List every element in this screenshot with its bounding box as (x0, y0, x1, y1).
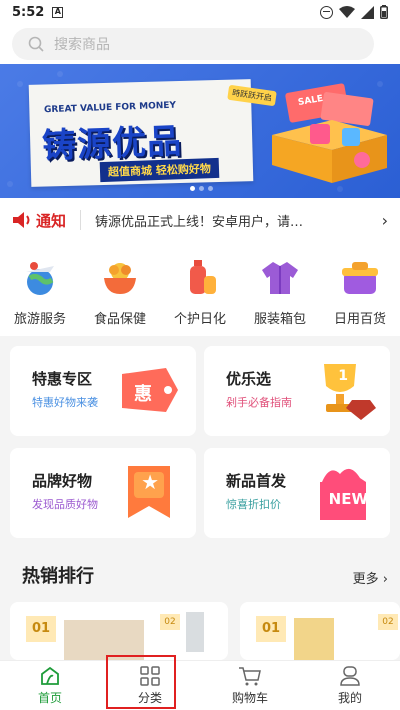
notification-a-icon: A (52, 6, 64, 18)
status-bar: 5:52 A (0, 0, 400, 24)
search-bar[interactable]: 搜索商品 (12, 28, 374, 60)
product-image (294, 618, 334, 660)
speaker-icon (13, 212, 30, 228)
more-link[interactable]: 更多 › (353, 568, 388, 587)
clothing-icon (262, 262, 298, 294)
category-food[interactable]: 食品保健 (80, 242, 160, 336)
notice-label: 通知 (36, 211, 67, 230)
category-clothing[interactable]: 服装箱包 (240, 242, 320, 336)
tab-label: 购物车 (231, 690, 268, 705)
promo-title: 新品首发 (226, 472, 287, 490)
home-icon (41, 666, 59, 685)
category-label: 个护日化 (173, 312, 226, 327)
promo-banner[interactable]: GREAT VALUE FOR MONEY 铸源优品 超值商城 轻松购好物 時跃… (0, 64, 400, 198)
notice-divider (80, 210, 82, 230)
rank-number: 02 (378, 614, 398, 630)
wifi-icon (339, 5, 355, 18)
tab-profile[interactable]: 我的 (300, 661, 400, 710)
rank-number: 01 (26, 616, 56, 642)
battery-icon (380, 5, 388, 19)
chevron-right-icon: › (381, 210, 388, 230)
product-image (186, 612, 204, 652)
user-icon (340, 665, 360, 686)
promo-subtitle: 惊喜折扣价 (226, 498, 281, 511)
promo-title: 特惠专区 (32, 370, 93, 388)
search-placeholder: 搜索商品 (54, 37, 110, 53)
category-label: 日用百货 (333, 312, 386, 327)
category-label: 旅游服务 (13, 312, 66, 327)
hot-section-title: 热销排行 (22, 566, 94, 587)
promo-badge: 惠 (134, 384, 152, 405)
pagination-dot (190, 186, 195, 191)
tab-label: 首页 (37, 690, 62, 705)
cart-icon (239, 666, 261, 685)
more-label: 更多 (352, 572, 379, 587)
promo-badge: ★ (141, 470, 159, 494)
category-daily-goods[interactable]: 日用百货 (320, 242, 400, 336)
daily-goods-icon (342, 262, 378, 294)
promo-badge: NEW (328, 490, 368, 508)
food-icon (104, 263, 136, 294)
banner-subtitle: 超值商城 轻松购好物 (99, 157, 220, 183)
promo-card-brand-goods[interactable]: 品牌好物 发现品质好物 ★ (10, 448, 196, 538)
header: 搜索商品 (0, 24, 400, 64)
status-time: 5:52 (12, 4, 45, 20)
bottom-tab-bar: 首页 分类 购物车 我的 (0, 660, 400, 710)
promo-card-youlexuan[interactable]: 优乐选 剁手必备指南 1 (204, 346, 390, 436)
category-personal-care[interactable]: 个护日化 (160, 242, 240, 336)
notice-text: 铸源优品正式上线！安卓用户，请… (95, 214, 304, 230)
category-label: 服装箱包 (253, 312, 306, 327)
category-travel[interactable]: 旅游服务 (0, 242, 80, 336)
promo-card-special-offer[interactable]: 特惠专区 特惠好物来袭 惠 (10, 346, 196, 436)
do-not-disturb-icon (320, 5, 333, 19)
tab-cart[interactable]: 购物车 (200, 661, 300, 710)
tab-label: 我的 (337, 690, 362, 705)
rank-number: 01 (256, 616, 286, 642)
status-icons (320, 5, 388, 19)
promo-title: 优乐选 (226, 370, 272, 388)
highlight-box (106, 655, 176, 709)
notice-bar[interactable]: 通知 铸源优品正式上线！安卓用户，请… › (0, 198, 400, 242)
rank-card[interactable]: 01 02 (10, 602, 228, 660)
promo-card-new-arrivals[interactable]: 新品首发 惊喜折扣价 NEW (204, 448, 390, 538)
promo-subtitle: 发现品质好物 (32, 498, 98, 511)
promo-badge: 1 (338, 368, 348, 384)
banner-pagination (190, 186, 213, 191)
travel-icon (26, 262, 54, 295)
search-icon (28, 36, 44, 52)
promo-subtitle: 剁手必备指南 (226, 396, 292, 409)
signal-icon (361, 5, 374, 19)
pagination-dot (199, 186, 204, 191)
product-image (64, 620, 144, 660)
promo-subtitle: 特惠好物来袭 (32, 396, 98, 409)
tab-home[interactable]: 首页 (0, 661, 100, 710)
pagination-dot (208, 186, 213, 191)
promo-title: 品牌好物 (32, 472, 93, 490)
gift-box-illustration (272, 83, 387, 183)
rank-number: 02 (160, 614, 180, 630)
personal-care-icon (190, 260, 216, 294)
rank-card[interactable]: 01 02 (240, 602, 400, 660)
category-grid: 旅游服务 食品保健 个护日化 服装箱包 日用百货 (0, 242, 400, 336)
category-label: 食品保健 (93, 312, 146, 327)
